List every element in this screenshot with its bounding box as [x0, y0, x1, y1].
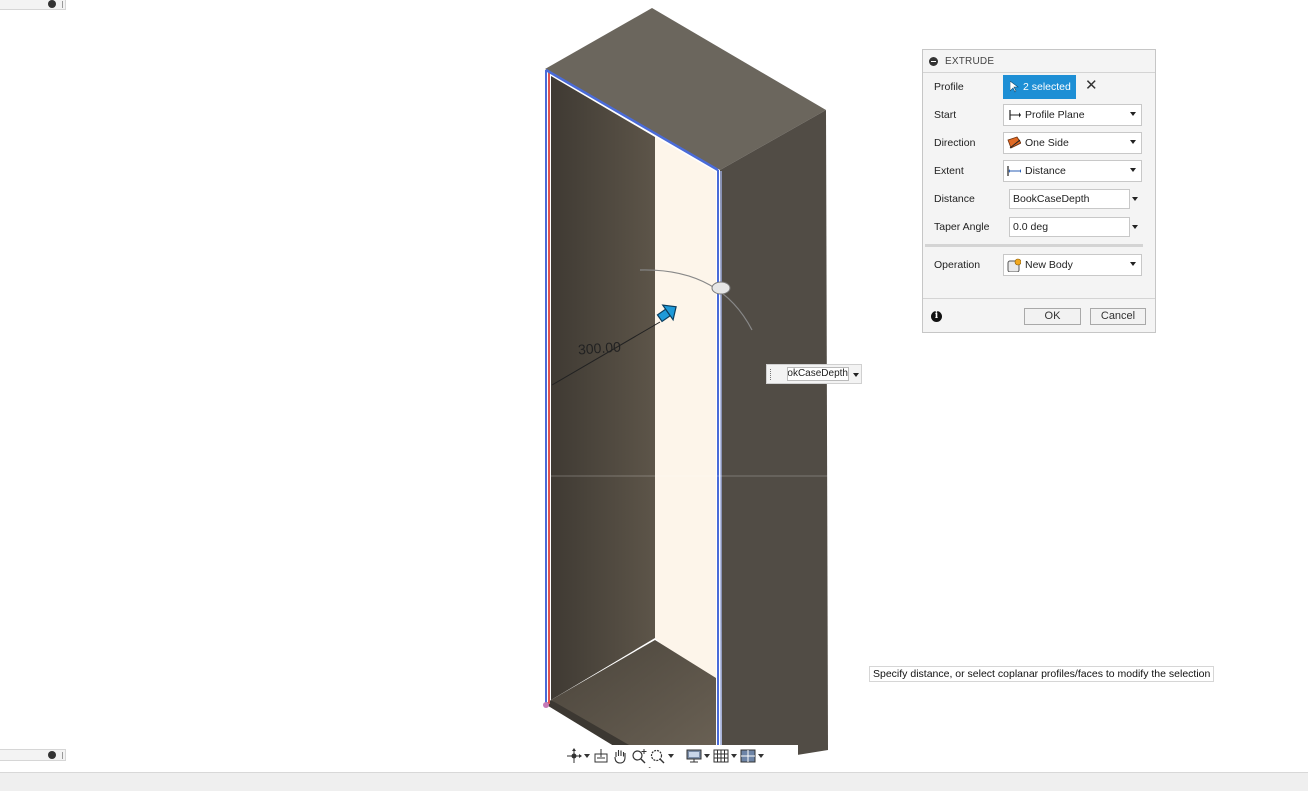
chevron-down-icon[interactable]	[731, 754, 737, 758]
operation-label: Operation	[934, 259, 981, 271]
start-value: Profile Plane	[1025, 109, 1085, 121]
chevron-down-icon[interactable]	[1132, 197, 1138, 201]
zoom-icon	[632, 749, 647, 764]
look-at-icon	[594, 749, 608, 763]
canvas-viewport[interactable]: 300.00 BookCaseDepth Specify distance, o…	[0, 0, 1308, 772]
inner-back-panel[interactable]	[655, 137, 716, 700]
chevron-down-icon	[1130, 140, 1136, 144]
display-settings-icon	[686, 749, 702, 763]
distance-float-value[interactable]: BookCaseDepth	[787, 367, 849, 381]
display-settings-button[interactable]	[686, 746, 710, 766]
operation-dropdown[interactable]: New Body	[1003, 254, 1142, 276]
operation-value: New Body	[1025, 259, 1073, 271]
start-row: Start Profile Plane	[923, 102, 1155, 128]
distance-label: Distance	[934, 193, 975, 205]
cancel-button[interactable]: Cancel	[1090, 308, 1146, 325]
viewports-button[interactable]	[740, 746, 764, 766]
profile-label: Profile	[934, 81, 964, 93]
clear-selection-icon[interactable]: ✕	[1085, 78, 1098, 93]
pan-button[interactable]	[612, 746, 628, 766]
one-side-icon	[1007, 136, 1021, 149]
grid-icon	[713, 749, 729, 763]
chevron-down-icon[interactable]	[668, 754, 674, 758]
distance-extent-icon	[1007, 166, 1021, 176]
dialog-title: EXTRUDE	[945, 55, 995, 67]
direction-row: Direction One Side	[923, 130, 1155, 156]
chevron-down-icon	[1130, 168, 1136, 172]
dialog-header[interactable]: EXTRUDE	[923, 50, 1155, 73]
taper-row: Taper Angle 0.0 deg	[923, 214, 1155, 240]
status-bar	[0, 772, 1308, 791]
grid-settings-button[interactable]	[713, 746, 737, 766]
pan-hand-icon	[614, 750, 626, 764]
distance-float-input[interactable]: BookCaseDepth	[766, 364, 862, 384]
viewports-icon	[740, 749, 756, 763]
profile-selection-button[interactable]: 2 selected	[1003, 75, 1076, 99]
distance-row: Distance BookCaseDepth	[923, 186, 1155, 212]
start-dropdown[interactable]: Profile Plane	[1003, 104, 1142, 126]
info-icon[interactable]: i	[931, 311, 942, 322]
fit-button[interactable]	[650, 746, 674, 766]
inner-left-wall[interactable]	[551, 76, 655, 700]
hint-tooltip: Specify distance, or select coplanar pro…	[869, 666, 1215, 682]
profile-plane-icon	[1009, 110, 1021, 120]
orbit-button[interactable]	[566, 746, 590, 766]
look-at-button[interactable]	[593, 746, 609, 766]
right-face[interactable]	[720, 110, 828, 767]
profile-selection-count: 2 selected	[1023, 81, 1071, 93]
taper-angle-label: Taper Angle	[934, 221, 990, 233]
navigation-toolbar	[562, 745, 798, 767]
chevron-down-icon[interactable]	[704, 754, 710, 758]
extent-row: Extent Distance	[923, 158, 1155, 184]
taper-angle-input[interactable]: 0.0 deg	[1009, 217, 1130, 237]
chevron-down-icon[interactable]	[853, 373, 859, 377]
section-divider	[925, 244, 1143, 247]
drag-grip-icon[interactable]	[770, 369, 772, 380]
direction-dropdown[interactable]: One Side	[1003, 132, 1142, 154]
taper-handle[interactable]	[711, 281, 731, 295]
direction-value: One Side	[1025, 137, 1069, 149]
chevron-down-icon	[1130, 112, 1136, 116]
direction-label: Direction	[934, 137, 976, 149]
extrude-dialog: EXTRUDE Profile 2 selected ✕ Start Profi…	[922, 49, 1156, 333]
dialog-footer: i OK Cancel	[923, 298, 1155, 333]
extent-dropdown[interactable]: Distance	[1003, 160, 1142, 182]
zoom-window-icon	[650, 749, 665, 764]
extent-value: Distance	[1025, 165, 1066, 177]
chevron-down-icon[interactable]	[584, 754, 590, 758]
chevron-down-icon	[1130, 262, 1136, 266]
new-body-icon	[1007, 258, 1021, 272]
dimension-label: 300.00	[577, 338, 622, 358]
extent-label: Extent	[934, 165, 964, 177]
zoom-button[interactable]	[631, 746, 647, 766]
distance-input[interactable]: BookCaseDepth	[1009, 189, 1130, 209]
cursor-arrow-icon	[1010, 81, 1019, 93]
vertex-point	[543, 702, 549, 708]
orbit-icon	[567, 748, 582, 763]
chevron-down-icon[interactable]	[1132, 225, 1138, 229]
chevron-down-icon[interactable]	[758, 754, 764, 758]
ok-button[interactable]: OK	[1024, 308, 1081, 325]
start-label: Start	[934, 109, 957, 121]
profile-row: Profile 2 selected ✕	[923, 74, 1155, 100]
collapse-icon[interactable]	[929, 56, 938, 66]
operation-row: Operation New Body	[923, 252, 1155, 278]
